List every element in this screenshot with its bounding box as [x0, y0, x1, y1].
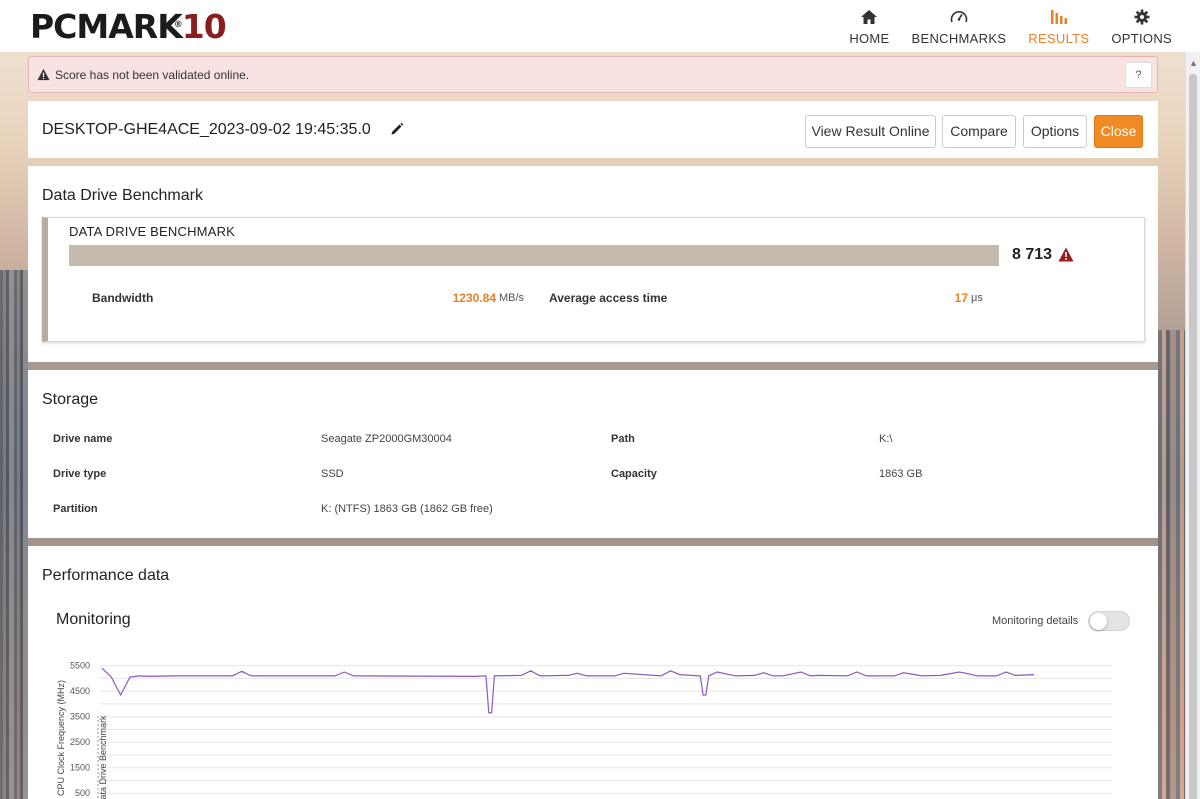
section-title-performance: Performance data	[42, 567, 170, 584]
y-axis-label: CPU Clock Frequency (MHz)	[56, 680, 66, 796]
nav-results[interactable]: RESULTS	[1028, 0, 1089, 52]
average-access-time-value: 17	[954, 291, 968, 305]
scroll-thumb[interactable]	[1189, 74, 1197, 799]
benchmark-box-title: DATA DRIVE BENCHMARK	[69, 224, 236, 239]
pcmark-logo[interactable]: PCMARK10 ®	[30, 7, 227, 46]
home-icon	[861, 10, 878, 24]
validation-warning-banner: Score has not been validated online. ?	[28, 56, 1158, 93]
vertical-scrollbar[interactable]: ▲	[1185, 52, 1200, 799]
performance-data-section: Performance data Monitoring Monitoring d…	[28, 546, 1158, 799]
nav-benchmarks-label: BENCHMARKS	[911, 31, 1007, 46]
close-button[interactable]: Close	[1094, 115, 1143, 148]
drive-type-value: SSD	[321, 468, 344, 480]
y-tick-label: 2500	[70, 737, 90, 747]
section-title-benchmark: Data Drive Benchmark	[42, 187, 203, 204]
y-tick-label: 1500	[70, 763, 90, 773]
benchmark-score-box: DATA DRIVE BENCHMARK 8 713 Bandwidth 123…	[42, 217, 1145, 342]
y-tick-label: 5500	[70, 661, 90, 671]
bandwidth-unit: MB/s	[499, 292, 525, 304]
bandwidth-label: Bandwidth	[92, 291, 154, 305]
partition-value: K: (NTFS) 1863 GB (1862 GB free)	[321, 503, 493, 515]
monitoring-details-toggle[interactable]	[1088, 611, 1130, 631]
nav-results-label: RESULTS	[1028, 31, 1090, 46]
y-tick-label: 500	[75, 788, 90, 798]
validation-warning-text: Score has not been validated online.	[55, 68, 250, 82]
monitoring-title: Monitoring	[56, 611, 131, 628]
capacity-value: 1863 GB	[879, 468, 923, 480]
score-warning-icon[interactable]	[1058, 247, 1074, 262]
cpu-frequency-line	[101, 667, 1035, 714]
storage-section: Storage Drive name Seagate ZP2000GM30004…	[28, 370, 1158, 538]
data-drive-benchmark-section: Data Drive Benchmark DATA DRIVE BENCHMAR…	[28, 166, 1158, 362]
bar-chart-icon	[1050, 10, 1067, 24]
y-tick-label: 4500	[70, 686, 90, 696]
compare-button[interactable]: Compare	[942, 115, 1016, 148]
benchmark-score: 8 713	[1012, 246, 1053, 263]
bandwidth-value: 1230.84	[452, 291, 496, 305]
drive-type-label: Drive type	[53, 468, 107, 480]
warning-icon	[37, 68, 50, 81]
help-button[interactable]: ?	[1125, 62, 1152, 88]
section-title-storage: Storage	[42, 391, 99, 408]
path-value: K:\	[879, 433, 893, 445]
result-header: DESKTOP-GHE4ACE_2023-09-02 19:45:35.0 Vi…	[28, 101, 1158, 158]
logo-number: 10	[181, 7, 227, 46]
toggle-knob	[1090, 613, 1107, 630]
options-button[interactable]: Options	[1023, 115, 1087, 148]
view-result-online-button[interactable]: View Result Online	[805, 115, 936, 148]
gear-icon	[1134, 9, 1150, 25]
nav-options-label: OPTIONS	[1111, 31, 1172, 46]
cpu-frequency-chart: 5500 4500 3500 2500 1500 500 CPU Clock Frequen…	[56, 661, 1112, 799]
benchmark-marker-label: Data Drive Benchmark	[98, 715, 108, 799]
capacity-label: Capacity	[611, 468, 657, 480]
score-bar	[69, 245, 999, 266]
main-nav: HOME BENCHMARKS RESULTS OPTIONS	[827, 0, 1172, 52]
nav-benchmarks[interactable]: BENCHMARKS	[912, 0, 1007, 52]
drive-name-value: Seagate ZP2000GM30004	[321, 433, 452, 445]
background-city-left	[0, 270, 28, 799]
partition-label: Partition	[53, 503, 98, 515]
average-access-time-unit: μs	[971, 292, 983, 304]
drive-name-label: Drive name	[53, 433, 113, 445]
nav-options[interactable]: OPTIONS	[1111, 0, 1172, 52]
nav-home[interactable]: HOME	[849, 0, 889, 52]
logo-text: PCMARK	[30, 7, 183, 46]
monitoring-details-label: Monitoring details	[992, 615, 1079, 627]
scroll-up-arrow-icon[interactable]: ▲	[1189, 58, 1198, 68]
path-label: Path	[611, 433, 635, 445]
top-bar: PCMARK10 ® HOME BENCHMARKS RESULTS OPTION…	[0, 0, 1200, 52]
result-title: DESKTOP-GHE4ACE_2023-09-02 19:45:35.0	[42, 121, 371, 138]
gauge-icon	[950, 11, 968, 23]
edit-pencil-icon[interactable]	[390, 122, 404, 136]
average-access-time-label: Average access time	[549, 291, 668, 305]
y-tick-label: 3500	[70, 712, 90, 722]
logo-registered-mark: ®	[173, 20, 183, 30]
nav-home-label: HOME	[849, 31, 890, 46]
